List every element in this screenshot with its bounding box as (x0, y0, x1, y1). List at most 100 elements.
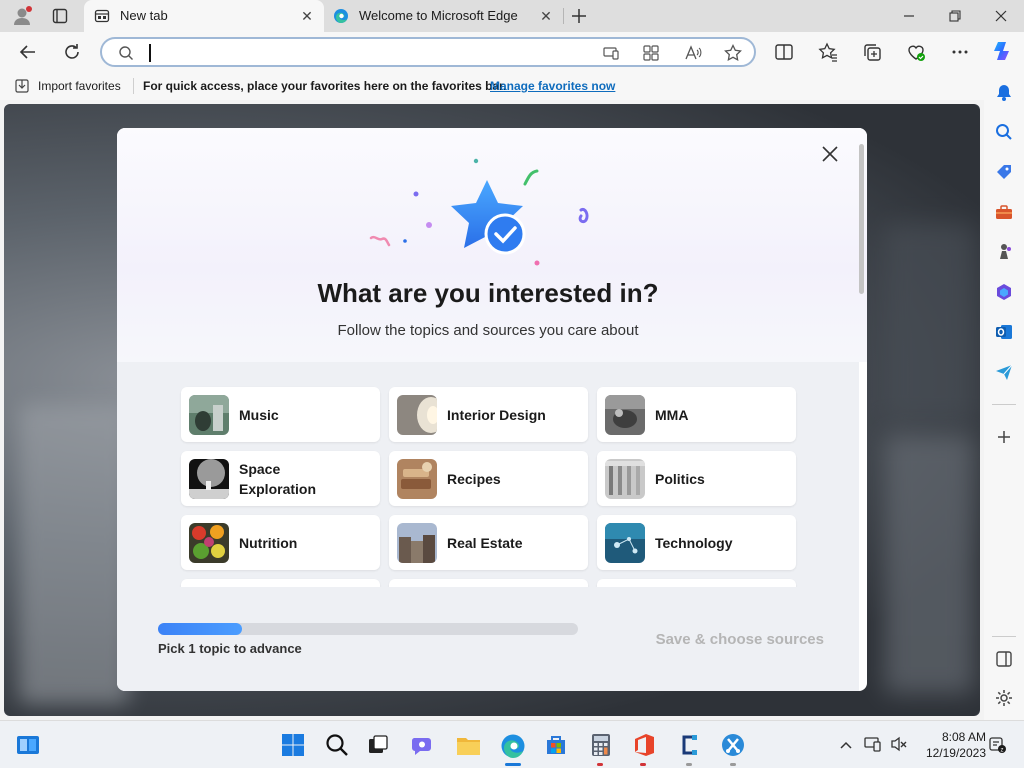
manage-favorites-link[interactable]: Manage favorites now (490, 79, 615, 93)
task-view-icon[interactable] (366, 733, 390, 757)
real-estate-thumb (397, 523, 437, 563)
topic-card-recipes[interactable]: Recipes (389, 451, 588, 506)
import-favorites-icon (15, 79, 29, 93)
snipping-tool-icon[interactable] (721, 733, 745, 757)
windows-start-icon[interactable] (281, 733, 305, 757)
sidebar-settings-gear-icon[interactable] (995, 689, 1013, 707)
tab-new-tab[interactable]: New tab ✕ (84, 0, 324, 32)
file-explorer-icon[interactable] (456, 733, 480, 757)
text-caret (149, 44, 151, 62)
network-volume-status-icon[interactable] (890, 735, 908, 753)
dialog-scrollbar[interactable] (859, 144, 864, 294)
address-bar[interactable] (100, 37, 756, 67)
dialog-subtitle: Follow the topics and sources you care a… (337, 322, 639, 339)
copilot-icon[interactable] (991, 40, 1013, 62)
back-icon[interactable] (18, 42, 38, 62)
drop-send-icon[interactable] (995, 363, 1013, 381)
topic-label: Real Estate (447, 534, 523, 551)
device-display-icon[interactable] (864, 735, 882, 753)
topic-card-interior-design[interactable]: Interior Design (389, 387, 588, 442)
favorites-icon[interactable] (818, 42, 838, 62)
svg-text:z: z (1001, 748, 1004, 754)
hide-sidebar-icon[interactable] (995, 650, 1013, 668)
new-tab-plus-icon[interactable] (571, 8, 587, 24)
microsoft-365-icon[interactable] (995, 283, 1013, 301)
address-input[interactable] (146, 42, 586, 62)
topic-card-technology[interactable]: Technology (597, 515, 796, 570)
topic-card-music[interactable]: Music (181, 387, 380, 442)
favbar-divider (133, 78, 134, 94)
office-icon[interactable] (632, 733, 656, 757)
technology-thumb (605, 523, 645, 563)
add-sidebar-app-icon[interactable] (995, 428, 1013, 446)
sidebar-divider (992, 636, 1016, 637)
browser-essentials-icon[interactable] (906, 42, 926, 62)
restore-icon[interactable] (947, 8, 963, 24)
active-app-indicator (505, 763, 521, 766)
save-choose-sources-button[interactable]: Save & choose sources (644, 631, 824, 648)
app-available-icon[interactable] (643, 45, 659, 61)
device-sync-icon[interactable] (603, 45, 619, 61)
taskbar-search-icon[interactable] (325, 733, 349, 757)
profile-icon[interactable] (12, 6, 32, 26)
widgets-icon[interactable] (16, 733, 40, 757)
tab-actions-icon[interactable] (52, 8, 68, 24)
mma-thumb (605, 395, 645, 435)
tab-strip: New tab ✕ Welcome to Microsoft Edge ✕ (0, 0, 1024, 32)
clock-time[interactable]: 8:08 AM (916, 730, 986, 744)
topic-card-mma[interactable]: MMA (597, 387, 796, 442)
close-tab-icon[interactable]: ✕ (300, 9, 314, 23)
topic-card-partial (389, 579, 588, 587)
blurred-card (884, 224, 974, 424)
clock-date[interactable]: 12/19/2023 (916, 746, 986, 760)
tab-welcome-edge[interactable]: Welcome to Microsoft Edge ✕ (324, 0, 564, 32)
notifications-bell-icon[interactable] (995, 83, 1013, 101)
edge-taskbar-icon[interactable] (500, 733, 526, 759)
tab-title: New tab (120, 8, 168, 23)
teams-chat-icon[interactable] (411, 733, 435, 757)
favorites-bar: Import favorites For quick access, place… (0, 72, 1024, 100)
close-dialog-icon[interactable] (820, 144, 840, 164)
blurred-card (19, 404, 129, 704)
more-options-icon[interactable] (950, 42, 970, 62)
topic-label: Space Exploration (239, 460, 317, 497)
show-hidden-icons-chevron-icon[interactable] (838, 737, 854, 753)
collections-icon[interactable] (862, 42, 882, 62)
split-screen-icon[interactable] (774, 42, 794, 62)
shopping-tag-icon[interactable] (995, 163, 1013, 181)
code-app-icon[interactable] (677, 733, 701, 757)
tab-title: Welcome to Microsoft Edge (359, 8, 518, 23)
notification-center-icon[interactable]: z (988, 736, 1006, 754)
calculator-icon[interactable] (589, 733, 613, 757)
new-tab-page-icon (94, 9, 110, 23)
app-indicator (640, 763, 646, 766)
topics-area: Music Interior Design MMA Space Explorat… (117, 362, 859, 691)
sidebar-search-icon[interactable] (995, 123, 1013, 141)
read-aloud-icon[interactable] (684, 44, 702, 62)
favorites-bar-message: For quick access, place your favorites h… (143, 79, 507, 93)
nutrition-thumb (189, 523, 229, 563)
close-window-icon[interactable] (993, 8, 1009, 24)
interior-design-thumb (397, 395, 437, 435)
import-favorites-button[interactable]: Import favorites (38, 79, 121, 93)
close-tab-icon[interactable]: ✕ (539, 9, 553, 23)
browser-toolbar (0, 32, 1024, 72)
interests-dialog: What are you interested in? Follow the t… (117, 128, 867, 691)
edge-logo-icon (334, 9, 348, 23)
topic-label: Nutrition (239, 534, 298, 551)
topic-card-politics[interactable]: Politics (597, 451, 796, 506)
minimize-icon[interactable] (901, 8, 917, 24)
progress-label: Pick 1 topic to advance (158, 641, 302, 656)
add-favorite-star-icon[interactable] (724, 44, 742, 62)
microsoft-store-icon[interactable] (544, 733, 568, 757)
topic-card-real-estate[interactable]: Real Estate (389, 515, 588, 570)
games-chess-icon[interactable] (995, 243, 1013, 261)
topic-card-space-exploration[interactable]: Space Exploration (181, 451, 380, 506)
topic-card-nutrition[interactable]: Nutrition (181, 515, 380, 570)
politics-thumb (605, 459, 645, 499)
tools-toolbox-icon[interactable] (995, 203, 1013, 221)
recipes-thumb (397, 459, 437, 499)
refresh-icon[interactable] (62, 42, 82, 62)
dialog-title: What are you interested in? (317, 278, 659, 308)
outlook-icon[interactable] (995, 323, 1013, 341)
